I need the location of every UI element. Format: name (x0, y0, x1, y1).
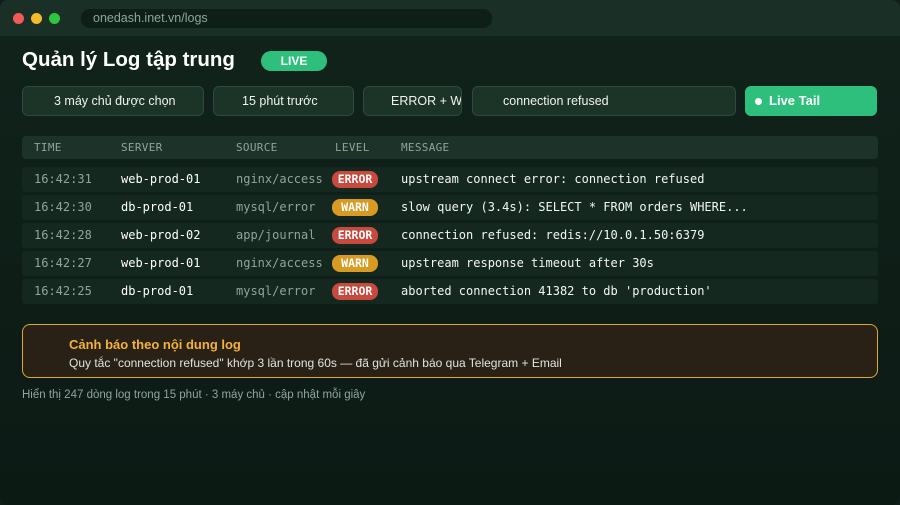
log-level-badge: ERROR (332, 283, 378, 300)
log-message: upstream response timeout after 30s (401, 256, 654, 270)
log-table-header: TIME SERVER SOURCE LEVEL MESSAGE (22, 136, 878, 159)
log-server: web-prod-01 (121, 256, 201, 270)
app-window: onedash.inet.vn/logs Quản lý Log tập tru… (0, 0, 900, 505)
log-time: 16:42:30 (34, 200, 92, 214)
log-server: web-prod-02 (121, 228, 201, 242)
column-header-level[interactable]: LEVEL (335, 136, 370, 159)
live-status-badge: LIVE (261, 51, 327, 71)
log-message: upstream connect error: connection refus… (401, 172, 705, 186)
column-header-time[interactable]: TIME (34, 136, 62, 159)
status-footer: Hiển thị 247 dòng log trong 15 phút · 3 … (22, 389, 366, 401)
log-level-badge: WARN (332, 199, 378, 216)
log-alert-banner: Cảnh báo theo nội dung log Quy tắc "conn… (22, 324, 878, 378)
log-level-badge: WARN (332, 255, 378, 272)
alert-message: Quy tắc "connection refused" khớp 3 lần … (69, 356, 562, 370)
table-row[interactable]: 16:42:28 web-prod-02 app/journal ERROR c… (22, 223, 878, 248)
log-server: web-prod-01 (121, 172, 201, 186)
log-source: mysql/error (236, 200, 316, 214)
log-source: mysql/error (236, 284, 316, 298)
log-time: 16:42:31 (34, 172, 92, 186)
table-row[interactable]: 16:42:25 db-prod-01 mysql/error ERROR ab… (22, 279, 878, 304)
log-message: slow query (3.4s): SELECT * FROM orders … (401, 200, 748, 214)
search-input[interactable]: connection refused (472, 86, 736, 116)
address-bar[interactable]: onedash.inet.vn/logs (81, 9, 492, 28)
table-row[interactable]: 16:42:27 web-prod-01 nginx/access WARN u… (22, 251, 878, 276)
log-source: nginx/access (236, 172, 323, 186)
column-header-message[interactable]: MESSAGE (401, 136, 449, 159)
live-tail-label: Live Tail (769, 93, 821, 108)
level-filter-dropdown[interactable]: ERROR + WARN (363, 86, 462, 116)
close-window-button[interactable] (13, 13, 24, 24)
log-message: aborted connection 41382 to db 'producti… (401, 284, 712, 298)
alert-title: Cảnh báo theo nội dung log (69, 337, 241, 352)
table-row[interactable]: 16:42:31 web-prod-01 nginx/access ERROR … (22, 167, 878, 192)
table-row[interactable]: 16:42:30 db-prod-01 mysql/error WARN slo… (22, 195, 878, 220)
log-level-badge: ERROR (332, 227, 378, 244)
log-time: 16:42:25 (34, 284, 92, 298)
log-server: db-prod-01 (121, 284, 194, 298)
maximize-window-button[interactable] (49, 13, 60, 24)
log-server: db-prod-01 (121, 200, 194, 214)
page-title: Quản lý Log tập trung (22, 48, 235, 71)
time-range-dropdown[interactable]: 15 phút trước (213, 86, 354, 116)
title-bar: onedash.inet.vn/logs (0, 0, 900, 36)
minimize-window-button[interactable] (31, 13, 42, 24)
log-message: connection refused: redis://10.0.1.50:63… (401, 228, 705, 242)
log-time: 16:42:27 (34, 256, 92, 270)
host-filter-dropdown[interactable]: 3 máy chủ được chọn (22, 86, 204, 116)
column-header-source[interactable]: SOURCE (236, 136, 278, 159)
log-time: 16:42:28 (34, 228, 92, 242)
live-dot-icon (755, 98, 762, 105)
log-source: app/journal (236, 228, 316, 242)
log-source: nginx/access (236, 256, 323, 270)
log-level-badge: ERROR (332, 171, 378, 188)
column-header-server[interactable]: SERVER (121, 136, 163, 159)
live-tail-button[interactable]: Live Tail (745, 86, 877, 116)
